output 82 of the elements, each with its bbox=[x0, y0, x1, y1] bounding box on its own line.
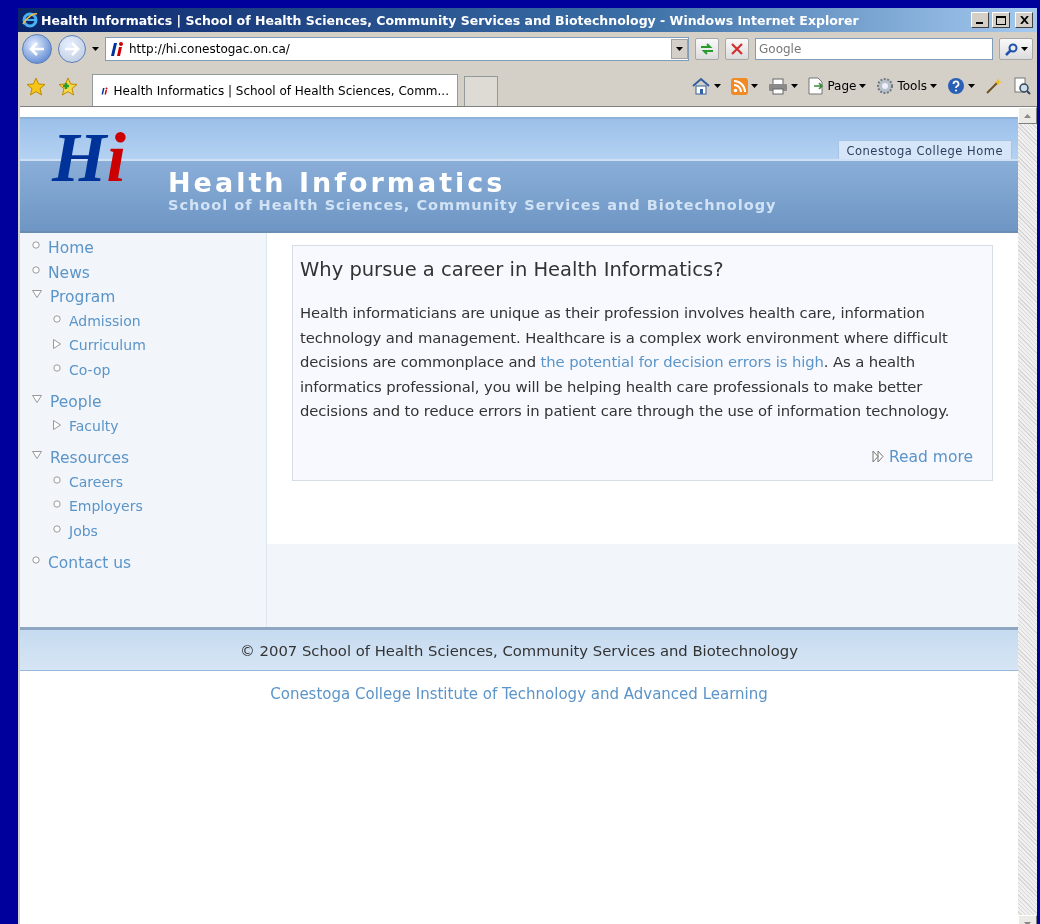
circle-bullet-icon bbox=[32, 556, 40, 564]
nav-link[interactable]: Resources bbox=[32, 449, 266, 474]
star-plus-icon[interactable] bbox=[58, 76, 78, 96]
caret-icon bbox=[1020, 47, 1028, 51]
nav-link[interactable]: People bbox=[32, 393, 266, 418]
dropdown-button[interactable] bbox=[671, 39, 688, 59]
nav-link[interactable]: Employers bbox=[53, 498, 266, 523]
nav-link[interactable]: Careers bbox=[53, 473, 266, 498]
site-icon bbox=[110, 41, 123, 57]
article-paragraph: Health informaticians are unique as their profession involves health care, information technology and management. Healthcare is a complex work environment where difficult decisions are commonplace and the potential for decision errors is high. As a health informatics professional, you will be helping health care professionals to make better decisions and to reduce errors in patient care through the use of information technology. bbox=[300, 303, 951, 422]
close-icon bbox=[1019, 16, 1029, 24]
nav-link[interactable]: Curriculum bbox=[53, 337, 266, 362]
feed-icon bbox=[731, 77, 749, 95]
arrow-right-icon bbox=[64, 42, 80, 56]
refresh-button[interactable] bbox=[695, 38, 719, 60]
toolbar-button[interactable] bbox=[945, 77, 977, 95]
circle-bullet-icon bbox=[53, 363, 61, 372]
caret-icon bbox=[751, 84, 759, 88]
nav-link[interactable]: News bbox=[32, 263, 266, 288]
page-icon bbox=[808, 77, 825, 95]
circle-bullet-icon bbox=[53, 524, 61, 533]
minimize-button[interactable] bbox=[971, 12, 989, 28]
refresh-icon bbox=[699, 42, 715, 56]
toolbar-button[interactable] bbox=[766, 77, 801, 95]
site-title: Health Informatics bbox=[168, 167, 507, 198]
maximize-button[interactable] bbox=[992, 12, 1010, 28]
logo: Hi bbox=[52, 123, 126, 193]
site-subtitle: School of Health Sciences, Community Services and Biotechnology bbox=[168, 197, 778, 213]
printer-icon bbox=[768, 77, 789, 95]
stop-button[interactable] bbox=[725, 38, 749, 60]
nav-link[interactable]: Co-op bbox=[53, 361, 266, 386]
close-button[interactable] bbox=[1015, 12, 1033, 28]
caret-icon bbox=[859, 84, 867, 88]
caret-icon bbox=[968, 84, 975, 88]
home-icon bbox=[691, 77, 712, 95]
browser-logo-icon bbox=[22, 12, 38, 28]
caret-icon bbox=[676, 47, 683, 51]
caret-icon bbox=[92, 47, 99, 51]
menu-button[interactable]: Page bbox=[806, 77, 869, 95]
back-button[interactable] bbox=[22, 34, 52, 64]
nav-link[interactable]: Admission bbox=[53, 312, 266, 337]
nav-link[interactable]: Program bbox=[32, 288, 266, 313]
nav-link[interactable]: Contact us bbox=[32, 554, 266, 579]
circle-bullet-icon bbox=[53, 500, 61, 508]
nav-link[interactable]: Home bbox=[32, 239, 266, 264]
circle-bullet-icon bbox=[32, 241, 40, 249]
magnifier-page-icon bbox=[1013, 77, 1031, 95]
search-field[interactable]: Google bbox=[755, 38, 993, 60]
caret-icon bbox=[791, 84, 799, 88]
browser-tab[interactable]: Health Informatics | School of Health Sciences, Comm... bbox=[92, 74, 458, 106]
search-icon bbox=[1004, 42, 1018, 56]
circle-bullet-icon bbox=[32, 265, 40, 274]
scroll-up-button[interactable] bbox=[1018, 107, 1037, 124]
double-arrow-icon bbox=[871, 450, 885, 464]
toolbar-button[interactable] bbox=[1011, 77, 1033, 95]
toolbar-button[interactable] bbox=[729, 77, 761, 95]
college-home-tab[interactable]: Conestoga College Home bbox=[837, 140, 1012, 159]
close-icon bbox=[731, 43, 743, 55]
address-field[interactable]: http://hi.conestogac.on.ca/ bbox=[105, 37, 689, 61]
article-heading: Why pursue a career in Health Informatics? bbox=[300, 258, 725, 281]
caret-icon bbox=[714, 84, 722, 88]
copyright-text: © 2007 School of Health Sciences, Community Services and Biotechnology bbox=[240, 641, 798, 659]
gear-icon bbox=[876, 77, 895, 95]
read-more-link[interactable]: Read more bbox=[871, 447, 973, 466]
help-icon bbox=[947, 77, 965, 95]
arrow-down-icon bbox=[1024, 921, 1031, 924]
scrollbar[interactable] bbox=[1018, 107, 1037, 924]
inline-link[interactable]: the potential for decision errors is high bbox=[540, 353, 824, 371]
circle-bullet-icon bbox=[53, 475, 61, 484]
arrow-left-icon bbox=[29, 42, 45, 56]
forward-button[interactable] bbox=[58, 35, 86, 63]
college-link[interactable]: Conestoga College Institute of Technology and Advanced Learning bbox=[270, 685, 768, 703]
arrow-up-icon bbox=[1024, 113, 1031, 118]
nav-link[interactable]: Faculty bbox=[53, 417, 266, 442]
nav-link[interactable]: Jobs bbox=[53, 522, 266, 547]
menu-button[interactable]: Tools bbox=[874, 77, 939, 95]
caret-icon bbox=[930, 84, 937, 88]
maximize-icon bbox=[996, 15, 1006, 25]
circle-bullet-icon bbox=[53, 314, 61, 323]
star-icon[interactable] bbox=[26, 76, 46, 96]
window-title: Health Informatics | School of Health Sciences, Community Services and Biotechnology - Windows Internet Explorer bbox=[41, 12, 860, 28]
search-button[interactable] bbox=[999, 38, 1033, 60]
